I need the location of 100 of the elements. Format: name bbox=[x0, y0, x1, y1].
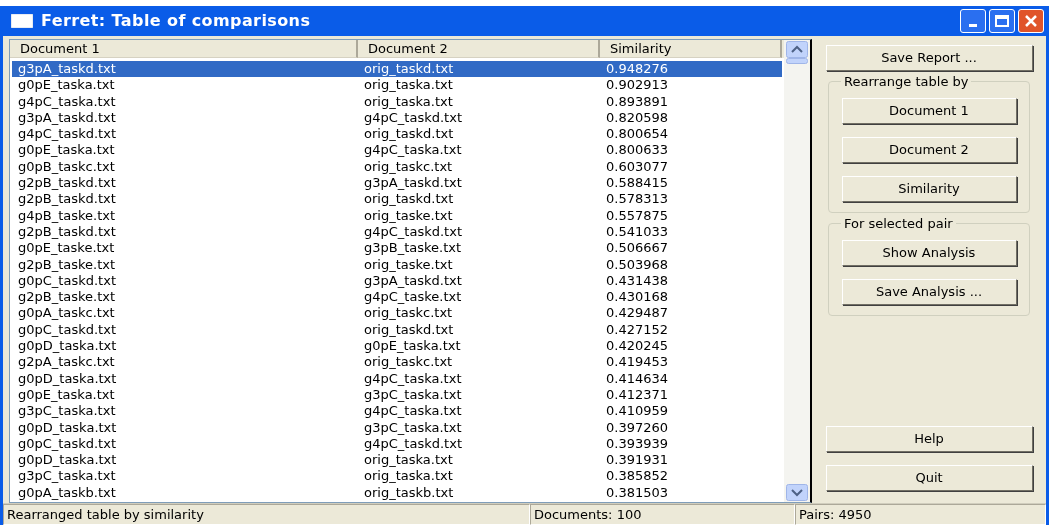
table-cell-text: g3pC_taska.txt bbox=[17, 468, 117, 485]
table-cell-text: 0.420245 bbox=[605, 338, 670, 355]
table-cell-text: 0.410959 bbox=[605, 403, 670, 420]
close-button[interactable] bbox=[1018, 9, 1044, 33]
table-cell-text: g3pC_taska.txt bbox=[363, 419, 463, 436]
table-cell-text: g3pC_taska.txt bbox=[363, 386, 463, 404]
table-cell-text: g0pB_taskc.txt bbox=[17, 158, 116, 176]
table-cell-text: 0.902913 bbox=[605, 77, 670, 94]
table-cell-text: g0pA_taskb.txt bbox=[17, 484, 117, 501]
scroll-down-icon[interactable] bbox=[786, 484, 808, 501]
table-cell-text: g0pD_taska.txt bbox=[17, 338, 118, 355]
table-cell-text: 0.427152 bbox=[605, 321, 670, 339]
table-cell-text: orig_taskd.txt bbox=[363, 61, 455, 78]
table-cell-text: orig_taskc.txt bbox=[363, 354, 454, 371]
table-cell-text: 0.800654 bbox=[605, 126, 670, 143]
window-icon bbox=[11, 14, 33, 28]
column-header[interactable]: Similarity bbox=[600, 40, 782, 58]
table-cell-text: orig_taske.txt bbox=[363, 207, 454, 224]
table-cell-text: g0pE_taska.txt bbox=[363, 338, 462, 355]
action-button[interactable]: Save Report ... bbox=[825, 45, 1033, 71]
table-cell-text: g3pC_taska.txt bbox=[17, 403, 117, 420]
table-cell-text: g0pE_taska.txt bbox=[17, 77, 116, 94]
table-cell-text: 0.393939 bbox=[605, 435, 670, 453]
table-cell-text: 0.414634 bbox=[605, 370, 670, 387]
table-cell-text: orig_taskb.txt bbox=[363, 484, 455, 501]
action-button[interactable]: Save Analysis ... bbox=[841, 279, 1017, 305]
table-cell-text: 0.431438 bbox=[605, 272, 670, 290]
table-cell-text: 0.588415 bbox=[605, 175, 670, 192]
table-cell-text: g0pC_taskd.txt bbox=[17, 272, 117, 290]
maximize-button[interactable] bbox=[989, 9, 1015, 33]
table-cell-text: orig_taska.txt bbox=[363, 468, 454, 485]
table-cell-text: 0.503968 bbox=[605, 256, 670, 273]
table-cell-text: orig_taska.txt bbox=[363, 77, 454, 94]
status-text: Documents: 100 bbox=[530, 504, 795, 525]
table-cell-text: orig_taskd.txt bbox=[363, 191, 455, 208]
table-cell-text: g2pB_taske.txt bbox=[17, 289, 117, 306]
table-cell-text: g4pC_taska.txt bbox=[363, 403, 463, 420]
table-cell-text: 0.893891 bbox=[605, 93, 670, 110]
scroll-thumb[interactable] bbox=[786, 58, 808, 64]
table-cell-text: 0.429487 bbox=[605, 305, 670, 322]
scroll-up-icon[interactable] bbox=[786, 41, 808, 58]
table-cell-text: 0.578313 bbox=[605, 191, 670, 208]
action-button[interactable]: Similarity bbox=[841, 176, 1017, 202]
table-cell-text: g3pA_taskd.txt bbox=[363, 272, 463, 290]
table-cell-text: 0.397260 bbox=[605, 419, 670, 436]
table-cell-text: g4pC_taskd.txt bbox=[363, 109, 463, 127]
table-cell-text: 0.820598 bbox=[605, 109, 670, 127]
table-cell-text: g2pA_taskc.txt bbox=[17, 354, 116, 371]
status-text: Pairs: 4950 bbox=[795, 504, 1046, 525]
table-cell-text: g2pB_taskd.txt bbox=[17, 175, 117, 192]
table-cell-text: 0.412371 bbox=[605, 386, 670, 404]
table-cell-text: g0pC_taskd.txt bbox=[17, 435, 117, 453]
status-text: Rearranged table by similarity bbox=[3, 504, 530, 525]
table-cell-text: g3pA_taskd.txt bbox=[363, 175, 463, 192]
action-button[interactable]: Document 1 bbox=[841, 98, 1017, 124]
table-cell-text: g0pE_taska.txt bbox=[17, 386, 116, 404]
table-cell-text: 0.506667 bbox=[605, 240, 670, 257]
table-cell-text: 0.381503 bbox=[605, 484, 670, 501]
table-cell-text: orig_taskd.txt bbox=[363, 321, 455, 339]
table-cell-text: g4pC_taskd.txt bbox=[363, 223, 463, 241]
table-cell-text: g0pD_taska.txt bbox=[17, 452, 118, 469]
scrollbar[interactable] bbox=[784, 40, 810, 502]
table-cell-text: orig_taske.txt bbox=[363, 256, 454, 273]
table-cell-text: orig_taskd.txt bbox=[363, 126, 455, 143]
table-cell-text: g2pB_taskd.txt bbox=[17, 223, 117, 241]
table-cell-text: 0.385852 bbox=[605, 468, 670, 485]
table-cell-text: g2pB_taske.txt bbox=[17, 256, 117, 273]
table-cell-text: g4pC_taska.txt bbox=[363, 142, 463, 159]
table-cell-text: orig_taskc.txt bbox=[363, 158, 454, 176]
table-cell-text: g3pB_taske.txt bbox=[363, 240, 463, 257]
table-cell-text: 0.541033 bbox=[605, 223, 670, 241]
close-icon bbox=[1024, 14, 1038, 28]
action-button[interactable]: Show Analysis bbox=[841, 240, 1017, 266]
minimize-button[interactable] bbox=[960, 9, 986, 33]
action-button[interactable]: Help bbox=[825, 426, 1033, 452]
table-cell-text: g3pA_taskd.txt bbox=[17, 109, 117, 127]
table-cell-text: g4pC_taska.txt bbox=[17, 93, 117, 110]
action-button[interactable]: Document 2 bbox=[841, 137, 1017, 163]
table-cell-text: g2pB_taskd.txt bbox=[17, 191, 117, 208]
table-cell-text: g0pD_taska.txt bbox=[17, 419, 118, 436]
column-header[interactable]: Document 1 bbox=[10, 40, 358, 58]
action-button[interactable]: Quit bbox=[825, 465, 1033, 491]
table-cell-text: orig_taskc.txt bbox=[363, 305, 454, 322]
table-cell-text: g0pD_taska.txt bbox=[17, 370, 118, 387]
table-row[interactable]: g3pA_taskd.txt orig_taskd.txt 0.948276 bbox=[12, 61, 782, 78]
table-cell-text: g0pE_taska.txt bbox=[17, 142, 116, 159]
table-cell-text: g0pE_taske.txt bbox=[17, 240, 116, 257]
table-cell-text: g4pC_taske.txt bbox=[363, 289, 463, 306]
minimize-icon bbox=[969, 24, 977, 27]
table-cell-text: g0pA_taskc.txt bbox=[17, 305, 116, 322]
window-title: Ferret: Table of comparisons bbox=[41, 10, 311, 32]
table-cell-text: g4pC_taskd.txt bbox=[363, 435, 463, 453]
table-cell-text: 0.430168 bbox=[605, 289, 670, 306]
table-cell-text: 0.603077 bbox=[605, 158, 670, 176]
table-cell-text: orig_taska.txt bbox=[363, 93, 454, 110]
table-cell-text: g0pC_taskd.txt bbox=[17, 321, 117, 339]
table-cell-text: g4pC_taskd.txt bbox=[17, 126, 117, 143]
table-cell-text: 0.557875 bbox=[605, 207, 670, 224]
column-header[interactable]: Document 2 bbox=[358, 40, 600, 58]
table-cell-text: g4pB_taske.txt bbox=[17, 207, 117, 224]
